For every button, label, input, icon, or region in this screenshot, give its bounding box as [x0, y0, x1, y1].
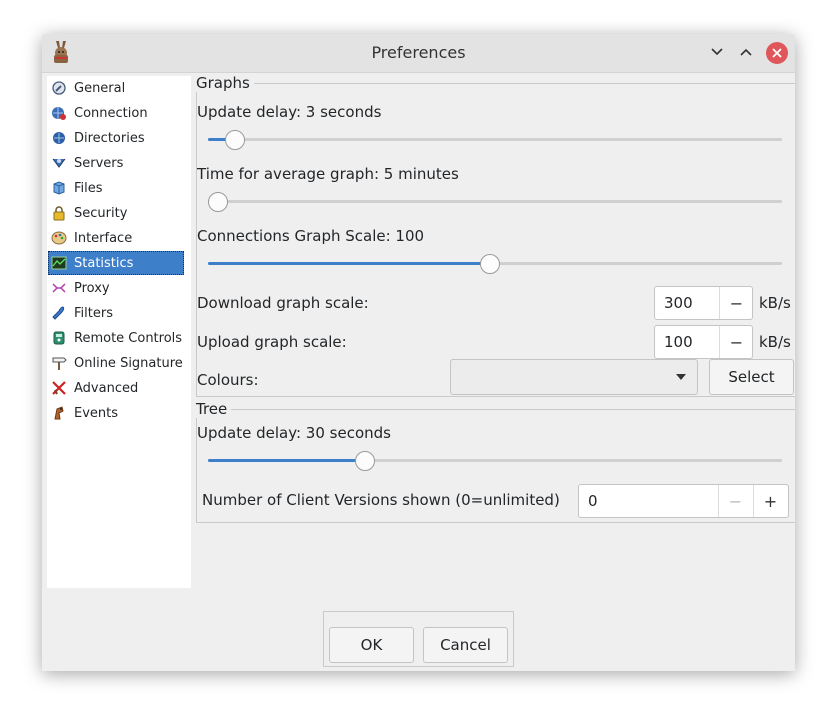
preferences-window: Preferences General Connection Directori…	[42, 34, 795, 671]
sidebar-item-label: Servers	[74, 155, 124, 171]
chevron-down-icon	[676, 374, 686, 380]
slider-handle[interactable]	[208, 192, 228, 212]
server-icon	[51, 155, 67, 171]
chevron-down-icon	[710, 44, 724, 63]
window-title: Preferences	[371, 43, 466, 62]
sidebar-item-label: Online Signature	[74, 355, 183, 371]
tree-update-delay-label: Update delay: 30 seconds	[197, 424, 391, 442]
sidebar-item-label: Security	[74, 205, 128, 221]
colours-label: Colours:	[197, 371, 259, 389]
preferences-sidebar: General Connection Directories Servers F…	[47, 76, 191, 588]
sidebar-item-label: Advanced	[74, 380, 139, 396]
events-icon	[51, 405, 67, 421]
sidebar-item-files[interactable]: Files	[48, 176, 184, 200]
client-versions-spinbox[interactable]: 0 − +	[578, 484, 789, 518]
sidebar-item-interface[interactable]: Interface	[48, 226, 184, 250]
filter-icon	[51, 305, 67, 321]
tree-group-title: Tree	[196, 400, 232, 418]
graphs-update-delay-label: Update delay: 3 seconds	[197, 103, 382, 121]
download-graph-scale-label: Download graph scale:	[197, 294, 369, 312]
upload-graph-scale-spinbox[interactable]: 100 −	[654, 325, 753, 359]
sidebar-item-servers[interactable]: Servers	[48, 151, 184, 175]
connections-graph-scale-label: Connections Graph Scale: 100	[197, 227, 425, 245]
upload-graph-scale-label: Upload graph scale:	[197, 333, 347, 351]
slider-handle[interactable]	[225, 130, 245, 150]
sidebar-item-label: Connection	[74, 105, 148, 121]
close-button[interactable]	[766, 42, 788, 64]
client-versions-increment-button[interactable]: +	[753, 485, 787, 517]
download-scale-decrement-button[interactable]: −	[719, 287, 753, 319]
sidebar-item-advanced[interactable]: Advanced	[48, 376, 184, 400]
close-icon	[771, 44, 783, 63]
dialog-button-box: OK Cancel	[323, 611, 514, 667]
select-colour-button[interactable]: Select	[709, 359, 794, 395]
sidebar-item-label: Directories	[74, 130, 145, 146]
maximize-button[interactable]	[735, 42, 757, 64]
average-graph-time-slider[interactable]	[208, 192, 782, 212]
title-bar[interactable]: Preferences	[42, 34, 795, 73]
wrench-icon	[51, 80, 67, 96]
slider-handle[interactable]	[355, 451, 375, 471]
sidebar-item-label: Filters	[74, 305, 113, 321]
slider-groove	[208, 138, 782, 141]
advanced-icon	[51, 380, 67, 396]
connection-icon	[51, 105, 67, 121]
download-scale-unit: kB/s	[759, 294, 791, 312]
client-versions-label: Number of Client Versions shown (0=unlim…	[202, 491, 560, 509]
ok-button[interactable]: OK	[329, 627, 414, 663]
folder-icon	[51, 130, 67, 146]
slider-handle[interactable]	[480, 254, 500, 274]
sidebar-item-connection[interactable]: Connection	[48, 101, 184, 125]
upload-scale-decrement-button[interactable]: −	[719, 326, 753, 358]
upload-scale-unit: kB/s	[759, 333, 791, 351]
sidebar-item-label: Events	[74, 405, 119, 421]
sidebar-item-label: Files	[74, 180, 103, 196]
sidebar-item-proxy[interactable]: Proxy	[48, 276, 184, 300]
sidebar-item-label: Interface	[74, 230, 133, 246]
sidebar-item-security[interactable]: Security	[48, 201, 184, 225]
download-scale-value: 300	[664, 294, 693, 312]
files-icon	[51, 180, 67, 196]
proxy-icon	[51, 280, 67, 296]
minimize-button[interactable]	[706, 42, 728, 64]
client-versions-decrement-button[interactable]: −	[718, 485, 752, 517]
sidebar-item-events[interactable]: Events	[48, 401, 184, 425]
sidebar-item-directories[interactable]: Directories	[48, 126, 184, 150]
average-graph-time-label: Time for average graph: 5 minutes	[197, 165, 459, 183]
connections-graph-scale-slider[interactable]	[208, 254, 782, 274]
remote-icon	[51, 330, 67, 346]
palette-icon	[51, 230, 67, 246]
sidebar-item-statistics[interactable]: Statistics	[48, 251, 184, 275]
sidebar-item-general[interactable]: General	[48, 76, 184, 100]
graphs-update-delay-slider[interactable]	[208, 130, 782, 150]
sidebar-item-label: Proxy	[74, 280, 110, 296]
cancel-button[interactable]: Cancel	[423, 627, 508, 663]
sidebar-item-online-signature[interactable]: Online Signature	[48, 351, 184, 375]
tree-update-delay-slider[interactable]	[208, 451, 782, 471]
statistics-icon	[51, 255, 67, 271]
slider-fill	[208, 459, 364, 462]
download-graph-scale-spinbox[interactable]: 300 −	[654, 286, 753, 320]
sidebar-item-label: Statistics	[74, 255, 134, 271]
lock-icon	[51, 205, 67, 221]
chevron-up-icon	[739, 44, 753, 63]
upload-scale-value: 100	[664, 333, 693, 351]
client-versions-value: 0	[588, 492, 598, 510]
sidebar-item-label: General	[74, 80, 126, 96]
signpost-icon	[51, 355, 67, 371]
slider-groove	[208, 200, 782, 203]
colours-dropdown[interactable]	[450, 359, 698, 395]
slider-fill	[208, 262, 489, 265]
sidebar-item-label: Remote Controls	[74, 330, 183, 346]
sidebar-item-filters[interactable]: Filters	[48, 301, 184, 325]
graphs-group-title: Graphs	[196, 74, 254, 92]
sidebar-item-remote-controls[interactable]: Remote Controls	[48, 326, 184, 350]
